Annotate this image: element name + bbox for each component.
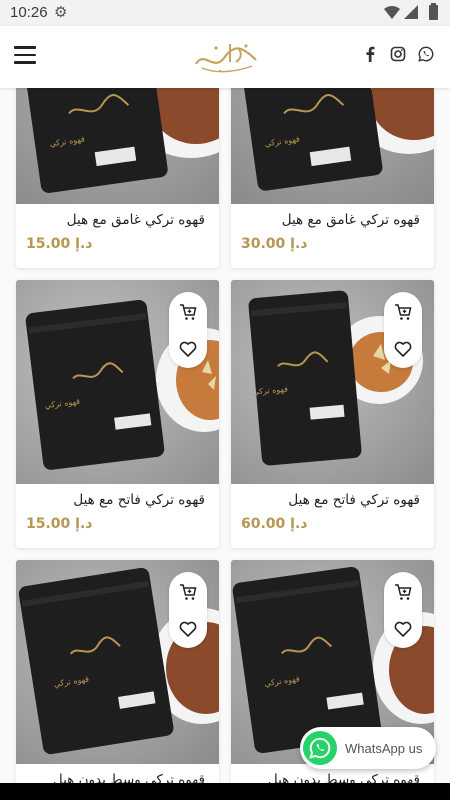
product-name[interactable]: قهوه تركي غامق مع هيل	[67, 212, 205, 228]
product-name[interactable]: قهوه تركي وسط بدون هيل	[53, 772, 205, 783]
signal-icon	[404, 5, 418, 19]
product-name[interactable]: قهوه تركي غامق مع هيل	[282, 212, 420, 228]
product-grid: قهوه تركي قهوه تركي غامق مع هيل 15.00 د.…	[0, 88, 450, 783]
brand-logo[interactable]	[190, 38, 262, 76]
product-price: 30.00 د.إ	[241, 236, 308, 252]
status-bar: 10:26 ⚙	[0, 0, 450, 26]
wishlist-heart-icon[interactable]	[178, 339, 198, 359]
wishlist-heart-icon[interactable]	[393, 339, 413, 359]
app-header	[0, 26, 450, 88]
product-card[interactable]: قهوه تركي قهوه تركي فاتح مع هيل 15.00 د.…	[16, 280, 219, 548]
product-card[interactable]: قهوه تركي قهوه تركي غامق مع هيل 30.00 د.…	[231, 88, 434, 268]
add-to-cart-icon[interactable]	[393, 302, 413, 322]
battery-icon	[429, 3, 438, 20]
product-card[interactable]: قهوه تركي قهوه تركي غامق مع هيل 15.00 د.…	[16, 88, 219, 268]
wishlist-heart-icon[interactable]	[393, 619, 413, 639]
product-name[interactable]: قهوه تركي وسط بدون هيل	[268, 772, 420, 783]
product-actions	[384, 292, 422, 368]
add-to-cart-icon[interactable]	[393, 582, 413, 602]
social-links	[362, 46, 434, 62]
product-card[interactable]: قهوه تركي قهوه تركي وسط بدون هيل	[16, 560, 219, 783]
product-actions	[169, 572, 207, 648]
wifi-icon	[384, 6, 400, 19]
product-actions	[169, 292, 207, 368]
system-nav-bar	[0, 783, 450, 800]
add-to-cart-icon[interactable]	[178, 582, 198, 602]
product-image[interactable]: قهوه تركي	[16, 88, 219, 204]
product-price: 15.00 د.إ	[26, 236, 93, 252]
facebook-icon[interactable]	[362, 46, 378, 62]
instagram-icon[interactable]	[390, 46, 406, 62]
whatsapp-chat-button[interactable]: WhatsApp us	[300, 727, 436, 769]
product-name[interactable]: قهوه تركي فاتح مع هيل	[73, 492, 205, 508]
menu-button[interactable]	[14, 46, 36, 64]
gear-icon: ⚙	[54, 3, 68, 21]
product-name[interactable]: قهوه تركي فاتح مع هيل	[288, 492, 420, 508]
product-card[interactable]: قهوه تركي قهوه تركي فاتح مع هيل 60.00 د.…	[231, 280, 434, 548]
whatsapp-icon[interactable]	[418, 46, 434, 62]
add-to-cart-icon[interactable]	[178, 302, 198, 322]
status-time: 10:26	[10, 4, 48, 21]
product-price: 60.00 د.إ	[241, 516, 308, 532]
whatsapp-label: WhatsApp us	[345, 740, 423, 756]
product-price: 15.00 د.إ	[26, 516, 93, 532]
whatsapp-icon	[303, 731, 337, 765]
wishlist-heart-icon[interactable]	[178, 619, 198, 639]
product-actions	[384, 572, 422, 648]
product-image[interactable]: قهوه تركي	[231, 88, 434, 204]
